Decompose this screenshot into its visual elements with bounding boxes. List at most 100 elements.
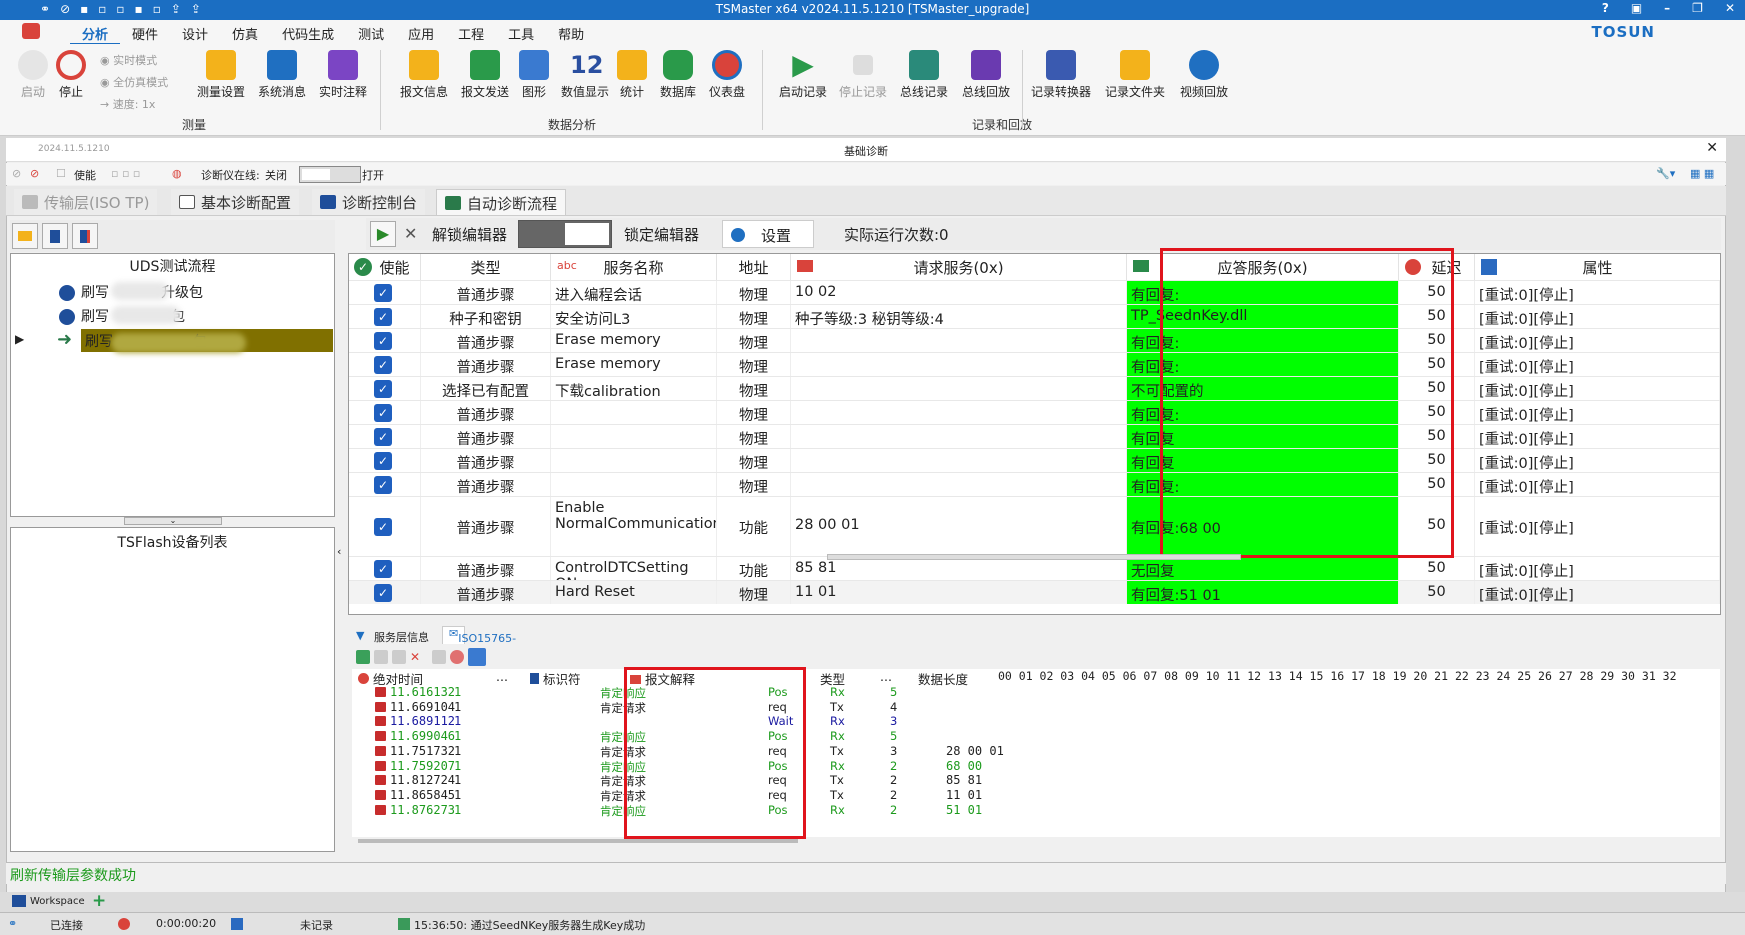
enable-cell[interactable]: ✓ [349, 377, 421, 400]
stop-button[interactable]: 停止 [46, 50, 96, 100]
enable-cell[interactable]: ✓ [349, 353, 421, 376]
start-record-button[interactable]: ▶ 启动记录 [775, 50, 831, 100]
sort-icon[interactable] [468, 648, 486, 666]
cell-resp[interactable]: 不可配置的 [1127, 377, 1399, 400]
cell-name[interactable] [551, 401, 717, 424]
cell-req[interactable] [791, 401, 1127, 424]
cell-req[interactable]: 28 00 01 [791, 497, 1127, 556]
enable-checkbox[interactable]: ✓ [374, 404, 392, 422]
cell-attr[interactable]: [重试:0][停止] [1475, 377, 1720, 400]
database-button[interactable]: 数据库 [653, 50, 703, 100]
cell-delay[interactable]: 50 [1399, 425, 1475, 448]
log-row[interactable]: 11.812724 1 肯定请求 req Tx 2 85 81 [352, 773, 1712, 789]
cell-req[interactable]: 10 02 [791, 281, 1127, 304]
step-row[interactable]: ✓ 普通步骤 物理 有回复 50 [重试:0][停止] [349, 448, 1720, 472]
step-row[interactable]: ✓ 种子和密钥 安全访问L3 物理 种子等级:3 秘钥等级:4 TP_SeednKey.d… [349, 304, 1720, 328]
log-row[interactable]: 11.669104 1 肯定请求 req Tx 4 [352, 700, 1712, 716]
tab-auto-flow[interactable]: 自动诊断流程 [436, 189, 567, 215]
cell-req[interactable]: 11 01 [791, 581, 1127, 604]
cell-name[interactable] [551, 473, 717, 496]
enable-checkbox[interactable]: ✓ [374, 476, 392, 494]
cell-delay[interactable]: 50 [1399, 581, 1475, 604]
stop-flow-button[interactable]: ✕ [404, 224, 417, 243]
video-replay-button[interactable]: 视频回放 [1174, 50, 1234, 100]
cell-delay[interactable]: 50 [1399, 557, 1475, 580]
grid-hscrollbar[interactable] [827, 554, 1241, 560]
cell-attr[interactable]: [重试:0][停止] [1475, 281, 1720, 304]
app-logo-icon[interactable] [22, 23, 40, 39]
col-delay[interactable]: 延迟 [1399, 254, 1475, 280]
step-row[interactable]: ✓ 普通步骤 物理 有回复: 50 [重试:0][停止] [349, 400, 1720, 424]
tab-diag-console[interactable]: 诊断控制台 [312, 189, 426, 215]
cell-resp[interactable]: 有回复 [1127, 425, 1399, 448]
cell-name[interactable]: ControlDTCSetting ON [551, 557, 717, 580]
settings-button[interactable]: 设置 [722, 220, 814, 248]
enable-cell[interactable]: ✓ [349, 425, 421, 448]
menu-codegen[interactable]: 代码生成 [270, 24, 346, 45]
log-row[interactable]: 11.689112 1 Wait Rx 3 [352, 714, 1712, 730]
statistics-button[interactable]: 统计 [608, 50, 656, 100]
enable-cell[interactable]: ✓ [349, 281, 421, 304]
measure-setup-button[interactable]: 测量设置 [193, 50, 249, 100]
cell-name[interactable]: 下载calibration [551, 377, 717, 400]
add-workspace-button[interactable]: + [92, 891, 106, 911]
tester-online-toggle[interactable] [299, 166, 361, 183]
cell-name[interactable]: Erase memory [551, 329, 717, 352]
msg-send-button[interactable]: 报文发送 [459, 50, 511, 100]
tab-basic-config[interactable]: 基本诊断配置 [171, 189, 300, 215]
stop-icon[interactable]: ⊘ [30, 167, 39, 180]
stop-record-button[interactable]: 停止记录 [835, 50, 891, 100]
enable-cell[interactable]: ✓ [349, 305, 421, 328]
cell-attr[interactable]: [重试:0][停止] [1475, 449, 1720, 472]
log-col-dir[interactable]: ... [880, 669, 892, 684]
cell-attr[interactable]: [重试:0][停止] [1475, 557, 1720, 580]
cell-addr[interactable]: 物理 [717, 329, 791, 352]
full-sim-check[interactable]: ◉ 全仿真模式 [100, 74, 168, 90]
cell-resp[interactable]: TP_SeednKey.dll [1127, 305, 1399, 328]
cell-name[interactable]: 安全访问L3 [551, 305, 717, 328]
menu-design[interactable]: 设计 [170, 24, 220, 45]
run-flow-button[interactable]: ▶ [370, 221, 396, 247]
cell-type[interactable]: 种子和密钥 [421, 305, 551, 328]
cell-addr[interactable]: 物理 [717, 353, 791, 376]
tools-icon[interactable]: 🔧▾ [1656, 167, 1675, 180]
menu-analysis[interactable]: 分析 [70, 24, 121, 45]
step-row[interactable]: ✓ 选择已有配置 下载calibration 物理 不可配置的 50 [重试:0][停止] [349, 376, 1720, 400]
cell-attr[interactable]: [重试:0][停止] [1475, 401, 1720, 424]
cell-delay[interactable]: 50 [1399, 281, 1475, 304]
enable-checkbox[interactable]: ✓ [374, 584, 392, 602]
help-button[interactable]: ? [1602, 1, 1609, 15]
copy-icon[interactable] [374, 650, 388, 664]
add-flow-button[interactable] [42, 223, 68, 249]
cell-resp[interactable]: 有回复: [1127, 353, 1399, 376]
cell-addr[interactable]: 物理 [717, 401, 791, 424]
step-row[interactable]: ✓ 普通步骤Enable NormalCommunicationMessages(… [349, 496, 1720, 556]
menu-project[interactable]: 工程 [446, 24, 496, 45]
enable-checkbox[interactable]: ✓ [374, 452, 392, 470]
step-row[interactable]: ✓ 普通步骤 Erase memory 物理 有回复: 50 [重试:0][停止] [349, 328, 1720, 352]
maximize-button[interactable]: ❐ [1692, 1, 1703, 15]
step-row[interactable]: ✓ 普通步骤 物理 有回复: 50 [重试:0][停止] [349, 472, 1720, 496]
cell-delay[interactable]: 50 [1399, 449, 1475, 472]
cell-attr[interactable]: [重试:0][停止] [1475, 497, 1720, 556]
cell-addr[interactable]: 功能 [717, 557, 791, 580]
log-row[interactable]: 11.759207 1 肯定响应 Pos Rx 2 68 00 [352, 759, 1712, 775]
step-row[interactable]: ✓ 普通步骤 进入编程会话 物理 10 02 有回复: 50 [重试:0][停止] [349, 280, 1720, 304]
cell-req[interactable] [791, 425, 1127, 448]
record-folder-button[interactable]: 记录文件夹 [1102, 50, 1168, 100]
col-type[interactable]: 类型 [421, 254, 551, 280]
dashboard-button[interactable]: 仪表盘 [702, 50, 752, 100]
cell-attr[interactable]: [重试:0][停止] [1475, 581, 1720, 604]
cell-name[interactable]: 进入编程会话 [551, 281, 717, 304]
tab-service-info[interactable]: 服务层信息 [374, 629, 429, 645]
cell-resp[interactable]: 有回复 [1127, 449, 1399, 472]
menu-help[interactable]: 帮助 [546, 24, 596, 45]
enable-checkbox[interactable]: ✓ [374, 332, 392, 350]
cell-type[interactable]: 普通步骤 [421, 449, 551, 472]
tree-item[interactable]: 刷写包 [11, 304, 334, 328]
enable-cell[interactable]: ✓ [349, 329, 421, 352]
cell-addr[interactable]: 物理 [717, 305, 791, 328]
menu-tools[interactable]: 工具 [496, 24, 546, 45]
cell-req[interactable] [791, 377, 1127, 400]
enable-checkbox[interactable]: ✓ [374, 284, 392, 302]
